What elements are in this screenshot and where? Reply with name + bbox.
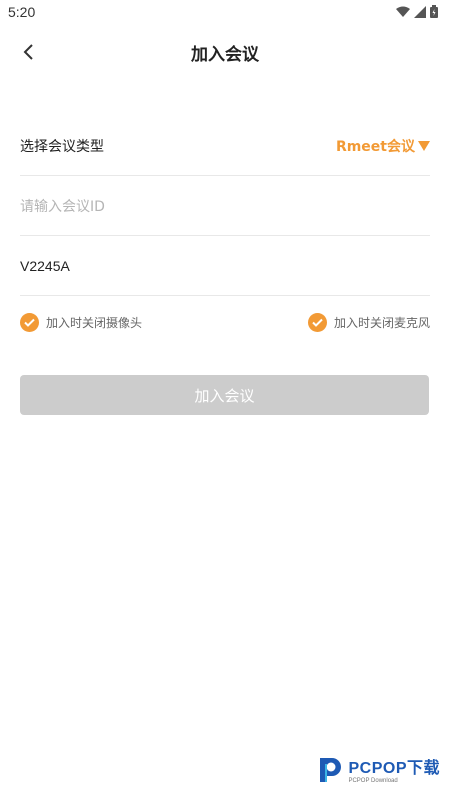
signal-icon [414, 5, 426, 18]
page-title: 加入会议 [191, 45, 259, 65]
join-meeting-button[interactable]: 加入会议 [20, 375, 429, 415]
watermark-sub: PCPOP Download [348, 778, 398, 784]
name-value: V2245A [20, 257, 70, 274]
battery-icon [430, 5, 438, 18]
pcpop-logo-icon [320, 758, 342, 782]
name-field[interactable]: V2245A [20, 236, 430, 296]
meeting-type-dropdown[interactable]: Rmeet会议 [336, 136, 430, 156]
mic-off-label: 加入时关闭麦克风 [333, 316, 430, 330]
meeting-type-label: 选择会议类型 [20, 138, 104, 155]
meeting-type-value: Rmeet会议 [335, 138, 415, 155]
status-time: 5:20 [8, 4, 36, 20]
wifi-icon [396, 6, 410, 17]
nav-bar: 加入会议 [0, 28, 450, 76]
meeting-id-input[interactable]: 请输入会议ID [20, 176, 430, 236]
status-bar: 5:20 [0, 0, 450, 24]
status-icons [396, 5, 438, 18]
meeting-id-placeholder: 请输入会议ID [20, 198, 105, 215]
camera-off-label: 加入时关闭摄像头 [46, 316, 143, 330]
mic-off-checkbox[interactable] [307, 313, 327, 332]
mic-off-option[interactable]: 加入时关闭麦克风 [307, 313, 430, 332]
check-icon [24, 318, 35, 327]
check-icon [312, 318, 323, 327]
watermark: PCPOP下载 PCPOP Download [314, 754, 440, 784]
watermark-text: PCPOP下载 [348, 760, 440, 777]
camera-off-option[interactable]: 加入时关闭摄像头 [20, 313, 142, 332]
camera-off-checkbox[interactable] [20, 313, 39, 332]
meeting-type-selector[interactable]: 选择会议类型 Rmeet会议 [20, 116, 430, 176]
triangle-down-icon [418, 140, 430, 151]
